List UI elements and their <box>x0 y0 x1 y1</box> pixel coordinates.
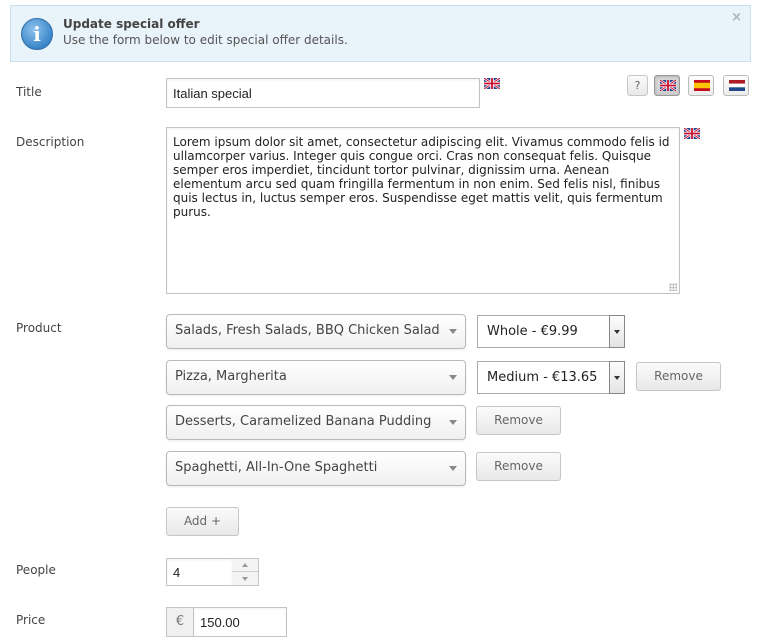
product-select-value: Spaghetti, All-In-One Spaghetti <box>175 460 378 475</box>
notice-title: Update special offer <box>63 17 200 31</box>
title-input[interactable] <box>166 78 480 108</box>
quantity-stepper[interactable] <box>232 558 259 586</box>
people-label: People <box>16 563 56 577</box>
notice-subtitle: Use the form below to edit special offer… <box>63 33 348 47</box>
product-select-value: Desserts, Caramelized Banana Pudding <box>175 414 432 429</box>
product-label: Product <box>16 321 62 335</box>
size-select[interactable]: Whole - €9.99 <box>477 315 625 348</box>
title-label: Title <box>16 85 42 99</box>
remove-button[interactable]: Remove <box>636 362 721 391</box>
decrement-icon[interactable] <box>232 573 258 586</box>
language-button-nl[interactable] <box>723 75 749 96</box>
add-product-button[interactable]: Add + <box>166 507 239 536</box>
product-select[interactable]: Desserts, Caramelized Banana Pudding <box>166 405 466 440</box>
dropdown-arrow-icon[interactable] <box>609 315 625 348</box>
size-select-value: Medium - €13.65 <box>487 370 598 385</box>
size-select-value: Whole - €9.99 <box>487 324 578 339</box>
netherlands-flag-icon <box>729 80 745 91</box>
remove-button[interactable]: Remove <box>476 452 561 481</box>
info-icon: i <box>21 18 53 50</box>
resize-grip-icon[interactable] <box>669 283 677 291</box>
chevron-down-icon <box>449 466 457 471</box>
product-select[interactable]: Pizza, Margherita <box>166 360 466 395</box>
uk-flag-icon <box>660 80 676 91</box>
remove-button[interactable]: Remove <box>476 406 561 435</box>
increment-icon[interactable] <box>232 559 258 572</box>
product-select-value: Salads, Fresh Salads, BBQ Chicken Salad <box>175 323 440 338</box>
language-button-en[interactable] <box>654 75 680 96</box>
product-select[interactable]: Salads, Fresh Salads, BBQ Chicken Salad <box>166 314 466 349</box>
description-label: Description <box>16 135 85 149</box>
help-button[interactable]: ? <box>627 75 648 96</box>
uk-flag-icon <box>484 78 500 89</box>
dropdown-arrow-icon[interactable] <box>609 361 625 394</box>
price-label: Price <box>16 613 46 627</box>
spain-flag-icon <box>694 80 710 91</box>
chevron-down-icon <box>449 375 457 380</box>
currency-addon: € <box>166 607 194 637</box>
chevron-down-icon <box>449 420 457 425</box>
info-notice: i Update special offer Use the form belo… <box>10 5 751 62</box>
close-icon[interactable]: × <box>731 10 742 25</box>
price-input[interactable] <box>193 607 287 637</box>
description-textarea[interactable]: Lorem ipsum dolor sit amet, consectetur … <box>166 127 680 294</box>
language-button-es[interactable] <box>688 75 714 96</box>
uk-flag-icon <box>684 128 700 139</box>
people-input[interactable] <box>166 558 233 586</box>
product-select-value: Pizza, Margherita <box>175 369 287 384</box>
product-select[interactable]: Spaghetti, All-In-One Spaghetti <box>166 451 466 486</box>
chevron-down-icon <box>449 329 457 334</box>
size-select[interactable]: Medium - €13.65 <box>477 361 625 394</box>
